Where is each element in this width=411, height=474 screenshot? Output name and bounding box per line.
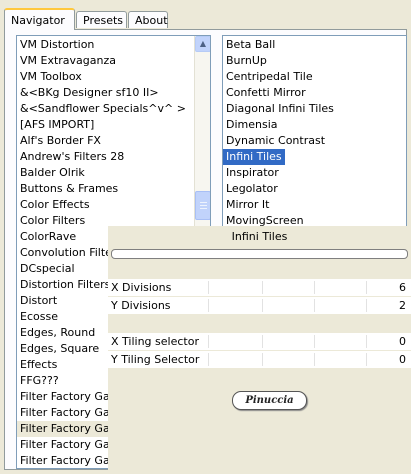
category-item[interactable]: VM Distortion	[17, 37, 193, 53]
category-item[interactable]: Color Effects	[17, 197, 193, 213]
param-value[interactable]: 0	[399, 333, 406, 350]
tab-presets[interactable]: Presets	[76, 11, 127, 28]
category-item[interactable]: &<Sandflower Specials^v^ >	[17, 101, 193, 117]
param-row-x-tiling-selector[interactable]: X Tiling selector 0	[108, 333, 411, 350]
scroll-up-icon[interactable]: ▲	[195, 36, 210, 52]
watermark-logo: Pinuccia	[232, 391, 307, 410]
filter-item[interactable]: Diagonal Infini Tiles	[223, 101, 406, 117]
preview-field	[111, 249, 408, 259]
param-value[interactable]: 0	[399, 351, 406, 368]
category-item[interactable]: [AFS IMPORT]	[17, 117, 193, 133]
filter-item[interactable]: Confetti Mirror	[223, 85, 406, 101]
tab-navigator[interactable]: Navigator	[4, 8, 75, 30]
filter-item[interactable]: Mirror It	[223, 197, 406, 213]
filter-item[interactable]: Legolator	[223, 181, 406, 197]
param-label: X Divisions	[111, 281, 172, 294]
filter-item[interactable]: Centripedal Tile	[223, 69, 406, 85]
param-row-x-divisions[interactable]: X Divisions 6	[108, 279, 411, 296]
category-item[interactable]: Balder Olrik	[17, 165, 193, 181]
category-item[interactable]: Andrew's Filters 28	[17, 149, 193, 165]
filter-settings-panel: Infini Tiles X Divisions 6 Y Divisions 2…	[108, 226, 411, 474]
filter-item[interactable]: BurnUp	[223, 53, 406, 69]
filter-item[interactable]: Dimensia	[223, 117, 406, 133]
param-label: Y Tiling Selector	[111, 353, 200, 366]
param-label: X Tiling selector	[111, 335, 199, 348]
param-value[interactable]: 2	[399, 297, 406, 314]
category-item[interactable]: VM Extravaganza	[17, 53, 193, 69]
scrollbar-thumb[interactable]	[195, 191, 210, 220]
category-item[interactable]: Alf's Border FX	[17, 133, 193, 149]
category-item[interactable]: &<BKg Designer sf10 II>	[17, 85, 193, 101]
param-label: Y Divisions	[111, 299, 171, 312]
filter-item[interactable]: Dynamic Contrast	[223, 133, 406, 149]
filter-item[interactable]: Infini Tiles	[223, 149, 285, 165]
filter-item[interactable]: Beta Ball	[223, 37, 406, 53]
param-row-y-divisions[interactable]: Y Divisions 2	[108, 297, 411, 314]
category-item[interactable]: VM Toolbox	[17, 69, 193, 85]
filter-item[interactable]: Inspirator	[223, 165, 406, 181]
settings-title: Infini Tiles	[231, 230, 288, 243]
category-item[interactable]: Buttons & Frames	[17, 181, 193, 197]
param-row-y-tiling-selector[interactable]: Y Tiling Selector 0	[108, 351, 411, 368]
tab-about[interactable]: About	[128, 11, 168, 28]
param-value[interactable]: 6	[399, 279, 406, 296]
